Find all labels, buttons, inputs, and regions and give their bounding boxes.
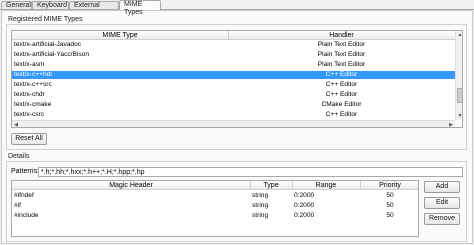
column-header-priority[interactable]: Priority [360, 181, 418, 190]
handler-cell: CMake Editor [321, 101, 362, 108]
priority-cell: 50 [386, 212, 394, 219]
scroll-left-icon[interactable]: ◀ [12, 121, 20, 127]
mime-row-selected[interactable]: text/x-c++hdr C++ Editor [12, 71, 455, 79]
horizontal-scrollbar[interactable]: ◀ ▶ [12, 120, 455, 127]
type-cell: string [252, 192, 269, 199]
handler-cell: Plain Text Editor [317, 51, 366, 58]
handler-cell: Plain Text Editor [317, 41, 366, 48]
mime-type-list[interactable]: MIME Type Handler text/x-artificial-Java… [11, 30, 463, 128]
column-header-type[interactable]: Type [250, 181, 292, 190]
tab-keyboard[interactable]: Keyboard [32, 1, 69, 9]
column-header-handler[interactable]: Handler [228, 31, 455, 40]
tab-external-tools[interactable]: External Tools [69, 1, 119, 17]
vertical-scrollbar[interactable]: ▲ ▼ [455, 31, 462, 120]
add-button[interactable]: Add [424, 181, 460, 193]
magic-row[interactable]: #ifndef string 0:2000 50 [12, 192, 418, 200]
tab-general[interactable]: General [1, 1, 32, 9]
scrollbar-thumb[interactable] [457, 88, 462, 103]
handler-cell: C++ Editor [325, 111, 358, 118]
magic-row[interactable]: #include string 0:2000 50 [12, 212, 418, 220]
mime-row[interactable]: text/x-chdr C++ Editor [12, 91, 455, 99]
details-group-title: Details [8, 153, 30, 160]
mime-row[interactable]: text/x-artificial-Yacc/Bison Plain Text … [12, 51, 455, 59]
handler-cell: Plain Text Editor [317, 61, 366, 68]
priority-cell: 50 [386, 202, 394, 209]
range-cell: 0:2000 [294, 202, 315, 209]
mime-type-cell: text/x-c++src [14, 81, 52, 88]
priority-cell: 50 [386, 192, 394, 199]
registered-group-title: Registered MIME Types [8, 16, 83, 23]
range-cell: 0:2000 [294, 212, 315, 219]
scroll-up-icon[interactable]: ▲ [456, 31, 462, 39]
patterns-input[interactable]: *.h;*.hh;*.hxx;*.h++;*.H;*.hpp;*.hp [38, 167, 463, 177]
header-separator [292, 181, 293, 190]
mime-row[interactable]: text/x-artificial-Javadoc Plain Text Edi… [12, 41, 455, 49]
handler-cell: C++ Editor [325, 81, 358, 88]
mime-row[interactable]: text/x-cmake CMake Editor [12, 101, 455, 109]
range-cell: 0:2000 [294, 192, 315, 199]
mime-row[interactable]: text/x-asm Plain Text Editor [12, 61, 455, 69]
reset-all-button[interactable]: Reset All [11, 133, 47, 145]
mime-type-cell: text/x-csrc [14, 111, 45, 118]
remove-button[interactable]: Remove [424, 213, 460, 225]
mime-type-cell: text/x-c++hdr [14, 71, 53, 78]
type-cell: string [252, 212, 269, 219]
patterns-label: Patterns: [11, 168, 40, 175]
mime-type-cell: text/x-artificial-Yacc/Bison [14, 51, 89, 58]
mime-row[interactable]: text/x-c++src C++ Editor [12, 81, 455, 89]
magic-header-table[interactable]: Magic Header Type Range Priority #ifndef… [11, 180, 419, 237]
mime-type-cell: text/x-cmake [14, 101, 52, 108]
scroll-right-icon[interactable]: ▶ [447, 121, 455, 127]
mime-row[interactable]: text/x-csrc C++ Editor [12, 111, 455, 119]
magic-header-cell: #ifndef [14, 192, 34, 199]
handler-cell: C++ Editor [325, 91, 358, 98]
scroll-down-icon[interactable]: ▼ [456, 112, 462, 120]
mime-type-cell: text/x-asm [14, 61, 45, 68]
edit-button[interactable]: Edit [424, 197, 460, 209]
magic-header-cell: #include [14, 212, 39, 219]
header-separator [360, 181, 361, 190]
magic-header-cell: #if [14, 202, 21, 209]
handler-cell: C++ Editor [325, 71, 358, 78]
tab-mime-types[interactable]: MIME Types [119, 0, 161, 16]
column-header-mime-type[interactable]: MIME Type [12, 31, 228, 40]
header-separator [250, 181, 251, 190]
mime-type-cell: text/x-artificial-Javadoc [14, 41, 82, 48]
magic-row[interactable]: #if string 0:2000 50 [12, 202, 418, 210]
column-header-range[interactable]: Range [292, 181, 360, 190]
column-header-magic-header[interactable]: Magic Header [12, 181, 250, 190]
type-cell: string [252, 202, 269, 209]
mime-type-cell: text/x-chdr [14, 91, 45, 98]
header-separator [228, 31, 229, 40]
